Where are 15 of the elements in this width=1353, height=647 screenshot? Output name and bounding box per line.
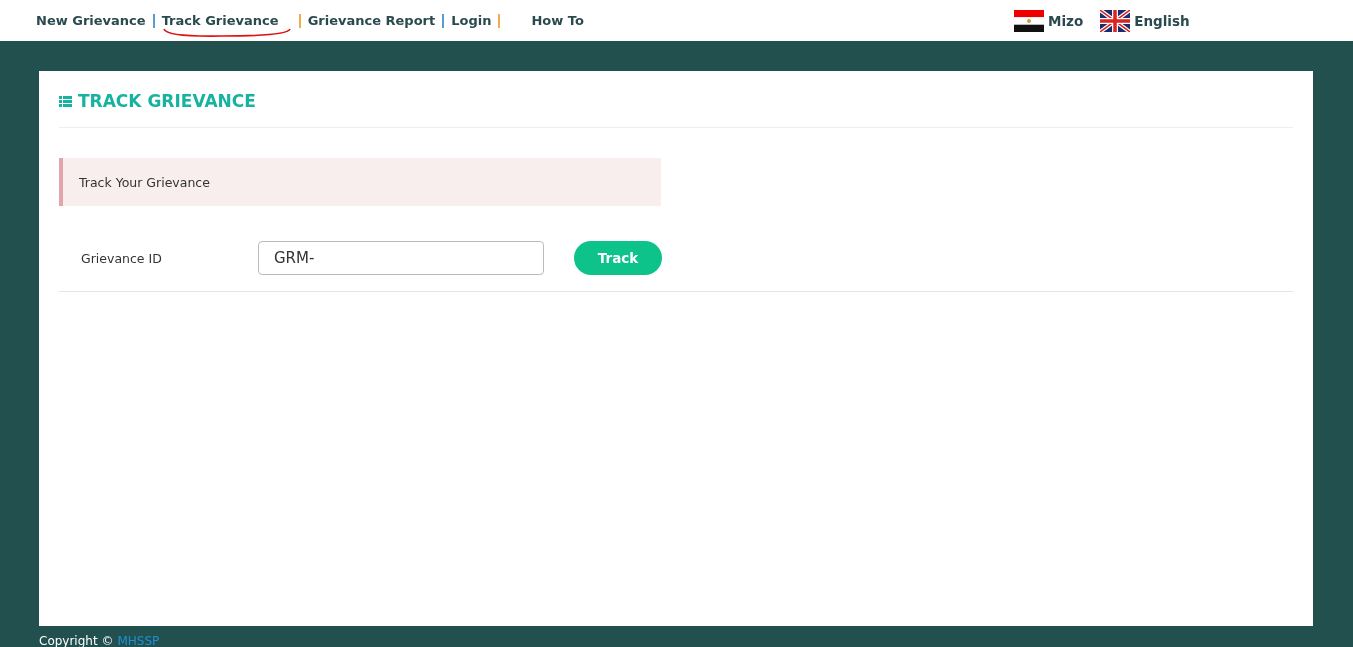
language-link[interactable]: English — [1100, 9, 1190, 32]
nav-link[interactable]: Grievance Report — [305, 13, 438, 28]
nav-link[interactable]: New Grievance — [34, 13, 148, 28]
list-icon — [59, 95, 72, 107]
grievance-id-input[interactable]: GRM- — [258, 241, 544, 275]
field-label: Grievance ID — [81, 250, 163, 266]
nav-link[interactable]: Track Grievance — [159, 3, 294, 38]
language-link[interactable]: Mizo — [1014, 9, 1084, 32]
flag-icon — [1100, 9, 1131, 32]
panel-title-text: TRACK GRIEVANCE — [78, 91, 256, 111]
info-alert: Track Your Grievance — [59, 158, 661, 206]
nav-link[interactable]: Login — [449, 13, 494, 28]
copyright-text: Copyright © — [39, 634, 114, 647]
nav-link[interactable]: How To — [529, 13, 586, 28]
flag-icon — [1014, 9, 1044, 32]
